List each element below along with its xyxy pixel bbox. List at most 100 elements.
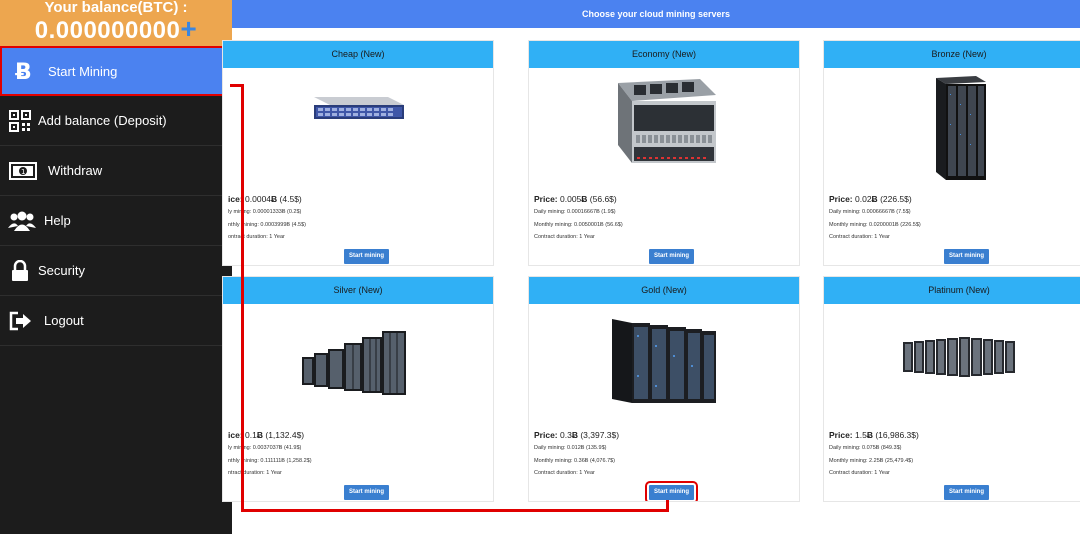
main-area: Choose your cloud mining servers Cheap (… [222,0,1080,534]
start-mining-button[interactable]: Start mining [944,249,989,264]
sidebar-item-label: Security [38,263,85,278]
server-card-silver: Silver (New) ice: 0.1Ƀ (1,132.4$) ly min… [222,276,494,502]
btc-symbol: Ƀ [271,194,278,204]
daily-mining: Daily mining: 0.00016667Ƀ (1.9$) [534,209,616,215]
sidebar-item-logout[interactable]: Logout [0,296,232,346]
start-mining-button[interactable]: Start mining [944,485,989,500]
contract-duration: Contract duration: 1 Year [829,470,890,476]
monthly-mining: Monthly mining: 0.36Ƀ (4,076.7$) [534,458,616,464]
btc-symbol: Ƀ [866,430,873,440]
server-card-economy: Economy (New) Price: 0.005Ƀ (56.6$) Dail… [528,40,800,266]
sidebar-item-help[interactable]: Help [0,196,232,246]
annotation-line [241,84,244,512]
card-title: Bronze (New) [824,41,1080,68]
users-icon [8,209,36,233]
server-image [824,74,1080,184]
logout-icon [8,309,32,333]
price-row: Price: 0.02Ƀ (226.5$) [829,194,912,204]
annotation-line [241,509,669,512]
monthly-mining: nthly mining: 0.0003999Ƀ (4.5$) [228,222,306,228]
sidebar-item-withdraw[interactable]: 1 Withdraw [0,146,232,196]
daily-mining: Daily mining: 0.012Ƀ (135.9$) [534,445,607,451]
price-btc: 0.02 [855,194,872,204]
server-image [529,315,799,407]
price-row: ice: 0.0004Ƀ (4.5$) [228,194,302,204]
price-label: Price: [829,194,853,204]
card-title: Economy (New) [529,41,799,68]
server-image [223,87,493,127]
add-balance-plus-icon[interactable]: + [180,13,197,44]
btc-symbol: Ƀ [581,194,588,204]
server-card-gold: Gold (New) Price: 0.3Ƀ (3,397.3$) Daily … [528,276,800,502]
start-mining-button[interactable]: Start mining [645,481,698,501]
sidebar-item-start-mining[interactable]: Ƀ Start Mining [0,46,232,96]
server-card-bronze: Bronze (New) Price: 0.02Ƀ (226.5$) Daily… [823,40,1080,266]
start-mining-button[interactable]: Start mining [344,249,389,264]
banknote-icon: 1 [8,159,38,183]
price-usd: (4.5$) [279,194,302,204]
sidebar-item-label: Help [44,213,71,228]
card-title: Silver (New) [223,277,493,304]
balance-value: 0.000000000 [34,17,181,44]
annotation-line [666,500,669,512]
price-usd: (16,986.3$) [875,430,919,440]
daily-mining: Daily mining: 0.075Ƀ (849.3$) [829,445,902,451]
server-image [824,332,1080,382]
price-btc: 0.0004 [245,194,272,204]
price-btc: 0.1 [245,430,257,440]
balance-panel: Your balance(BTC) : 0.000000000+ [0,0,232,46]
btc-symbol: Ƀ [871,194,878,204]
card-title: Platinum (New) [824,277,1080,304]
card-title: Gold (New) [529,277,799,304]
server-image [529,75,799,167]
price-row: Price: 1.5Ƀ (16,986.3$) [829,430,919,440]
price-usd: (1,132.4$) [265,430,305,440]
price-usd: (226.5$) [880,194,912,204]
lock-icon [8,259,32,283]
monthly-mining: Monthly mining: 0.0050001Ƀ (56.6$) [534,222,623,228]
sidebar-item-security[interactable]: Security [0,246,232,296]
server-image [223,327,493,407]
sidebar-item-add-balance[interactable]: Add balance (Deposit) [0,96,232,146]
daily-mining: ly mining: 0.0037037Ƀ (41.9$) [228,445,302,451]
btc-symbol: Ƀ [571,430,578,440]
contract-duration: Contract duration: 1 Year [534,234,595,240]
price-usd: (56.6$) [589,194,617,204]
price-btc: 0.3 [560,430,572,440]
svg-text:Ƀ: Ƀ [15,60,32,82]
price-row: ice: 0.1Ƀ (1,132.4$) [228,430,304,440]
monthly-mining: Monthly mining: 0.0200001Ƀ (226.5$) [829,222,921,228]
card-title: Cheap (New) [223,41,493,68]
sidebar-item-label: Add balance (Deposit) [38,113,167,128]
price-label: Price: [534,430,558,440]
contract-duration: Contract duration: 1 Year [829,234,890,240]
price-btc: 1.5 [855,430,867,440]
price-row: Price: 0.005Ƀ (56.6$) [534,194,617,204]
balance-value-row: 0.000000000+ [0,15,232,45]
daily-mining: ly mining: 0.00001333Ƀ (0.2$) [228,209,302,215]
sidebar: Your balance(BTC) : 0.000000000+ Ƀ Start… [0,0,232,534]
monthly-mining: Monthly mining: 2.25Ƀ (25,479.4$) [829,458,914,464]
bitcoin-icon: Ƀ [10,59,34,83]
sidebar-item-label: Withdraw [48,163,103,178]
svg-text:1: 1 [21,168,25,176]
price-usd: (3,397.3$) [580,430,620,440]
price-row: Price: 0.3Ƀ (3,397.3$) [534,430,619,440]
btc-symbol: Ƀ [256,430,263,440]
contract-duration: ontract duration: 1 Year [228,234,285,240]
start-mining-button[interactable]: Start mining [649,249,694,264]
page-title: Choose your cloud mining servers [232,0,1080,28]
sidebar-item-label: Start Mining [48,63,118,79]
server-card-cheap: Cheap (New) ice: 0.0004Ƀ (4.5$) ly minin… [222,40,494,266]
server-card-platinum: Platinum (New) Price: 1.5Ƀ (16,986.3$) D… [823,276,1080,502]
server-grid: Cheap (New) ice: 0.0004Ƀ (4.5$) ly minin… [222,28,1080,534]
qr-code-icon [8,109,32,133]
price-label: Price: [829,430,853,440]
start-mining-button[interactable]: Start mining [344,485,389,500]
daily-mining: Daily mining: 0.00066667Ƀ (7.5$) [829,209,911,215]
sidebar-item-label: Logout [44,313,84,328]
contract-duration: Contract duration: 1 Year [534,470,595,476]
price-label: Price: [534,194,558,204]
contract-duration: ntract duration: 1 Year [228,470,282,476]
price-btc: 0.005 [560,194,582,204]
